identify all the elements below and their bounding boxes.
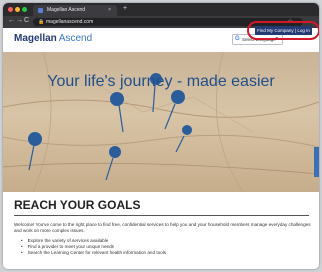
intro-paragraph: Welcome! You've come to the right place … xyxy=(14,222,311,233)
goals-list: Explore the variety of services availabl… xyxy=(21,238,166,257)
tab-bar: Magellan Ascend × + xyxy=(3,3,319,16)
url-text[interactable]: magellanascend.com xyxy=(46,19,93,25)
feedback-side-tab[interactable] xyxy=(314,147,319,177)
tab-title: Magellan Ascend xyxy=(47,7,86,13)
reload-icon[interactable]: C xyxy=(24,17,29,24)
login-highlight-ring: Find My Company | Log In xyxy=(247,21,319,40)
back-arrow-icon[interactable]: ← xyxy=(8,17,15,24)
section-divider xyxy=(14,215,309,216)
new-tab-icon[interactable]: + xyxy=(123,5,127,12)
browser-window: Magellan Ascend × + ← → C 🔒 magellanasce… xyxy=(3,3,319,269)
minimize-window-dot[interactable] xyxy=(15,7,20,12)
google-translate-icon: G xyxy=(235,36,240,42)
list-item: Search the Learning Center for relevant … xyxy=(21,250,166,256)
tab-close-icon[interactable]: × xyxy=(108,7,111,13)
goals-section: REACH YOUR GOALS Welcome! You've come to… xyxy=(3,192,319,269)
login-button-label: Find My Company | Log In xyxy=(257,28,310,33)
close-window-dot[interactable] xyxy=(8,7,13,12)
forward-arrow-icon[interactable]: → xyxy=(16,17,23,24)
browser-tab[interactable]: Magellan Ascend × xyxy=(33,5,117,16)
section-heading: REACH YOUR GOALS xyxy=(14,198,141,212)
find-my-company-login-button[interactable]: Find My Company | Log In xyxy=(255,26,312,35)
magellan-ascend-logo[interactable]: Magellan Ascend xyxy=(14,33,92,44)
hero-banner: Your life's journey - made easier xyxy=(3,52,319,192)
maximize-window-dot[interactable] xyxy=(22,7,27,12)
logo-secondary-text: Ascend xyxy=(58,33,93,44)
hero-title: Your life's journey - made easier xyxy=(47,73,275,90)
lock-icon: 🔒 xyxy=(38,19,45,25)
logo-primary-text: Magellan xyxy=(14,33,57,44)
favicon-icon xyxy=(38,8,43,13)
